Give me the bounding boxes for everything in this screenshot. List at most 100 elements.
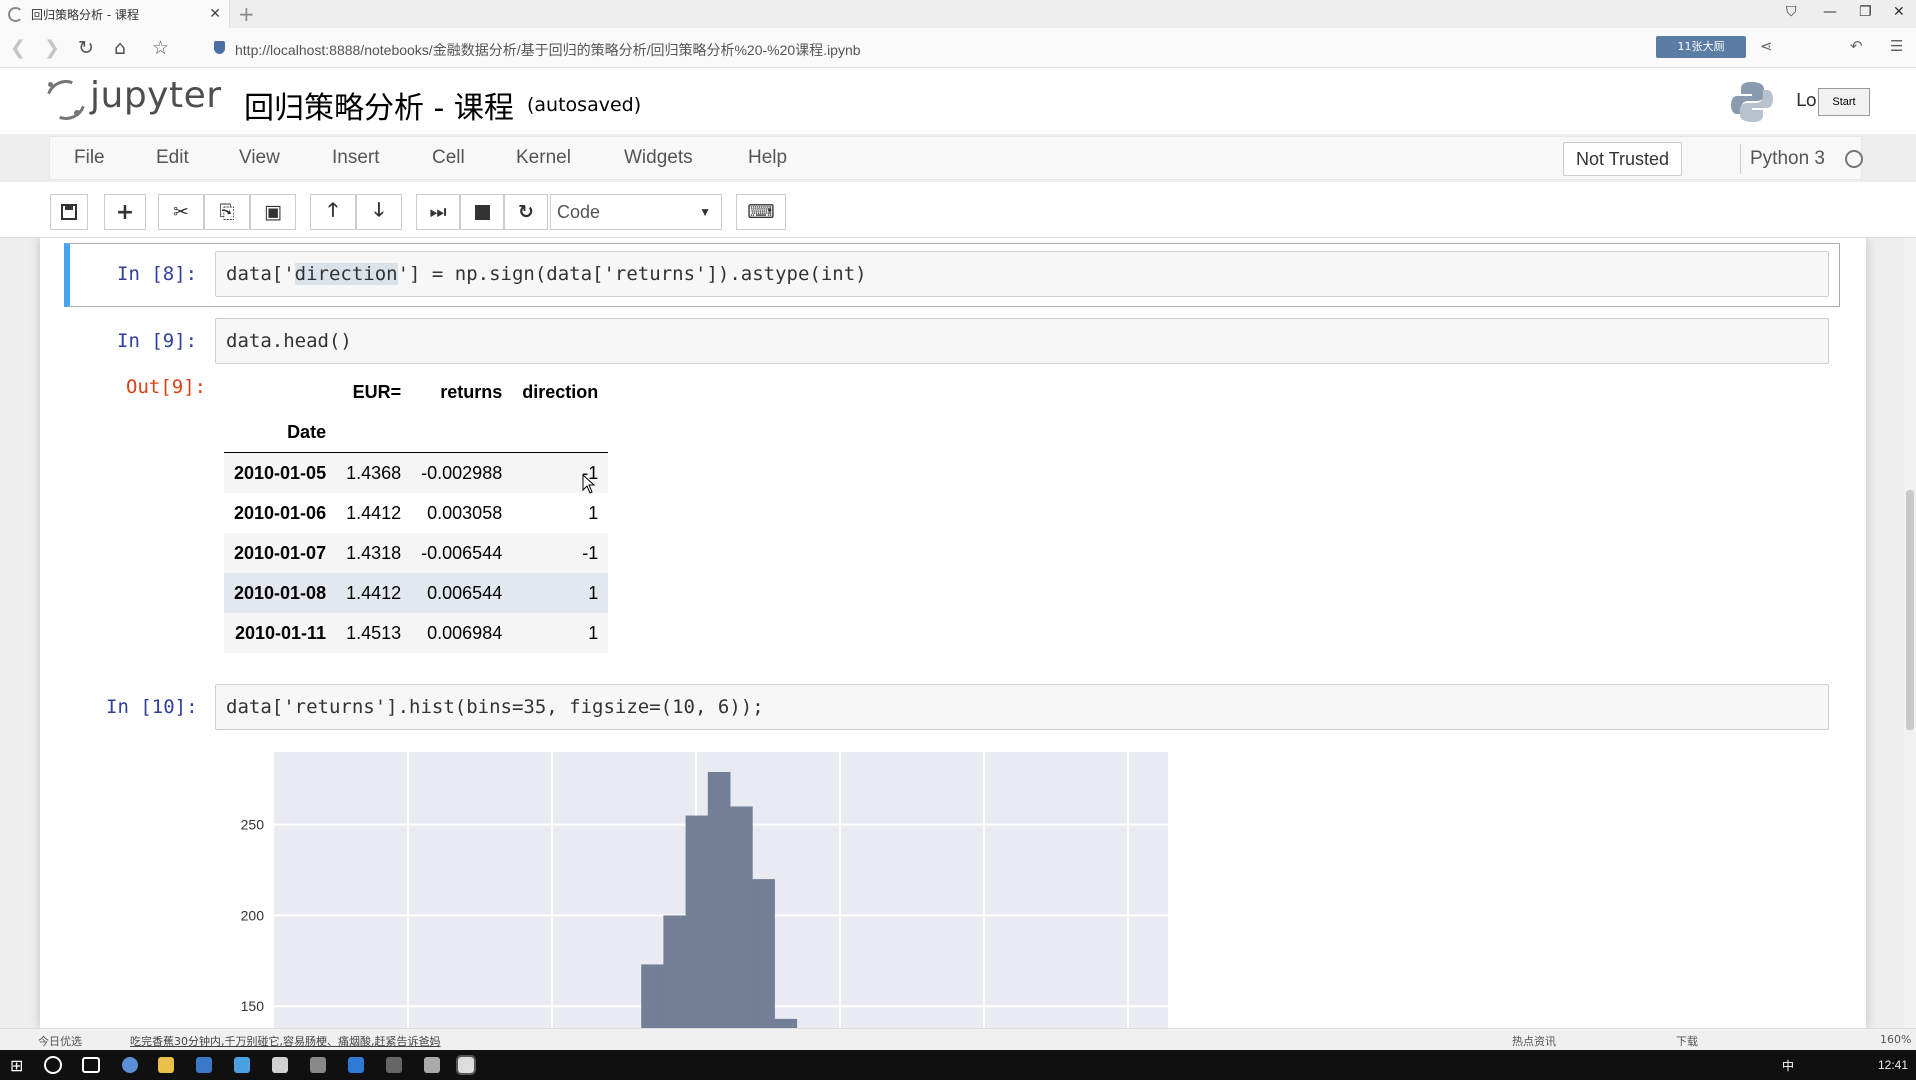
clock[interactable]: 12:41 (1878, 1058, 1908, 1072)
interrupt-button[interactable] (460, 194, 504, 230)
status-zoom[interactable]: 160% (1880, 1033, 1911, 1046)
kernel-name[interactable]: Python 3 (1750, 148, 1825, 170)
menu-file[interactable]: File (74, 147, 105, 169)
login-button[interactable]: Lo (1796, 90, 1817, 111)
cell-direction: -1 (582, 542, 599, 563)
share-icon[interactable]: ⋖ (1760, 37, 1773, 55)
row-index: 2010-01-05 (234, 462, 327, 483)
arrow-down-icon: 🡓 (374, 199, 384, 221)
minimize-button[interactable]: — (1823, 4, 1837, 20)
home-icon[interactable]: ⌂ (114, 37, 126, 59)
new-tab-button[interactable]: + (238, 2, 255, 26)
back-icon[interactable]: ❮ (10, 37, 26, 59)
scrollbar-thumb[interactable] (1906, 490, 1914, 730)
menu-cell[interactable]: Cell (432, 147, 465, 169)
y-tick-label: 250 (241, 817, 265, 833)
menu-view[interactable]: View (239, 147, 280, 169)
url-input[interactable]: http://localhost:8888/notebooks/金融数据分析/基… (235, 40, 861, 60)
cell-eur: 1.4368 (346, 462, 402, 483)
active-app-icon[interactable] (456, 1055, 476, 1075)
app-icon[interactable] (424, 1057, 440, 1073)
floppy-disk-icon (61, 204, 77, 220)
histogram-bar (707, 771, 731, 1028)
reload-icon[interactable]: ↻ (78, 37, 94, 59)
cell-type-value: Code (557, 202, 601, 222)
jupyter-logo-text[interactable]: jupyter (90, 75, 222, 116)
cell-type-select[interactable]: Code ▼ (550, 194, 722, 230)
windows-start-icon[interactable]: ⊞ (10, 1056, 23, 1075)
insert-cell-button[interactable]: + (104, 194, 146, 230)
app-icon[interactable] (196, 1057, 212, 1073)
shirt-icon[interactable]: ⛉ (1786, 4, 1797, 20)
save-button[interactable] (50, 194, 88, 230)
table-row: 2010-01-07 1.4318 -0.006544 -1 (224, 533, 609, 573)
menu-insert[interactable]: Insert (332, 147, 380, 169)
kernel-separator (1740, 144, 1741, 174)
jupyter-logo-moon (74, 110, 80, 116)
copy-button[interactable]: ⎘ (204, 194, 250, 230)
search-icon[interactable] (44, 1056, 62, 1074)
undo-icon[interactable]: ↶ (1850, 37, 1863, 55)
row-index: 2010-01-11 (234, 622, 327, 643)
browser-tab[interactable]: 回归策略分析 - 课程 ✕ (0, 0, 230, 28)
hamburger-menu-icon[interactable]: ☰ (1890, 37, 1903, 55)
file-explorer-icon[interactable] (158, 1057, 174, 1073)
save-status: (autosaved) (527, 94, 642, 116)
column-header: direction (522, 381, 599, 402)
task-view-icon[interactable] (82, 1057, 100, 1073)
start-button[interactable]: Start (1818, 88, 1870, 116)
windows-taskbar: ⊞ 中 12:41 (0, 1050, 1916, 1080)
histogram-chart: 150 200 250 (241, 752, 1168, 1028)
move-down-button[interactable]: 🡓 (356, 194, 402, 230)
row-index: 2010-01-08 (234, 582, 327, 603)
cell-direction: 1 (588, 582, 599, 603)
restore-button[interactable]: ❐ (1859, 4, 1872, 20)
app-icon[interactable] (348, 1057, 364, 1073)
cell-eur: 1.4412 (346, 582, 402, 603)
status-news-link[interactable]: 吃完香蕉30分钟内,千万别碰它,容易肠梗、痛烟酸,赶紧告诉爸妈 (130, 1033, 441, 1049)
app-icon[interactable] (310, 1057, 326, 1073)
status-left-label[interactable]: 今日优选 (38, 1033, 82, 1049)
code-line[interactable]: data.head() (226, 330, 352, 352)
y-tick-label: 200 (241, 907, 265, 923)
menu-help[interactable]: Help (748, 147, 787, 169)
loading-icon (8, 6, 23, 22)
ime-indicator[interactable]: 中 (1782, 1057, 1794, 1074)
close-tab-icon[interactable]: ✕ (209, 6, 221, 22)
code-input[interactable] (215, 318, 1829, 364)
menu-kernel[interactable]: Kernel (516, 147, 571, 169)
command-palette-button[interactable]: ⌨ (736, 194, 786, 230)
address-bar-row: ❮ ❯ ↻ ⌂ ☆ http://localhost:8888/notebook… (0, 28, 1916, 68)
column-header: returns (440, 381, 503, 402)
menu-widgets[interactable]: Widgets (624, 147, 693, 169)
forward-icon[interactable]: ❯ (44, 37, 60, 59)
app-icon[interactable] (272, 1057, 288, 1073)
code-line[interactable]: data['returns'].hist(bins=35, figsize=(1… (226, 696, 764, 718)
cut-button[interactable]: ✂ (158, 194, 204, 230)
browser-icon[interactable] (122, 1057, 138, 1073)
dataframe-table: EUR= returns direction Date 2010-01-05 1… (224, 372, 609, 653)
not-trusted-badge[interactable]: Not Trusted (1563, 142, 1683, 176)
security-shield-icon[interactable] (214, 41, 225, 54)
paste-button[interactable]: ▣ (250, 194, 296, 230)
blank-cell (336, 412, 412, 453)
browser-status-bar: 今日优选 吃完香蕉30分钟内,千万别碰它,容易肠梗、痛烟酸,赶紧告诉爸妈 热点资… (0, 1028, 1916, 1050)
mouse-cursor-icon (582, 474, 596, 494)
status-download[interactable]: 下载 (1676, 1033, 1698, 1049)
code-line[interactable]: data['direction'] = np.sign(data['return… (226, 263, 867, 285)
row-index: 2010-01-06 (234, 502, 327, 523)
y-tick-label: 150 (241, 998, 265, 1014)
extension-badge[interactable]: 11张大厕 (1656, 36, 1746, 58)
app-icon[interactable] (234, 1057, 250, 1073)
notebook-title[interactable]: 回归策略分析 - 课程 (244, 83, 514, 127)
histogram-bar (663, 915, 687, 1028)
status-hot-news[interactable]: 热点资讯 (1512, 1033, 1556, 1049)
histogram-bar (774, 1018, 798, 1028)
run-button[interactable]: ⏭ (416, 194, 460, 230)
close-window-button[interactable]: ✕ (1893, 4, 1905, 20)
menu-edit[interactable]: Edit (156, 147, 189, 169)
app-icon[interactable] (386, 1057, 402, 1073)
move-up-button[interactable]: 🡑 (310, 194, 356, 230)
bookmark-star-icon[interactable]: ☆ (152, 37, 169, 59)
restart-button[interactable]: ↻ (504, 194, 548, 230)
